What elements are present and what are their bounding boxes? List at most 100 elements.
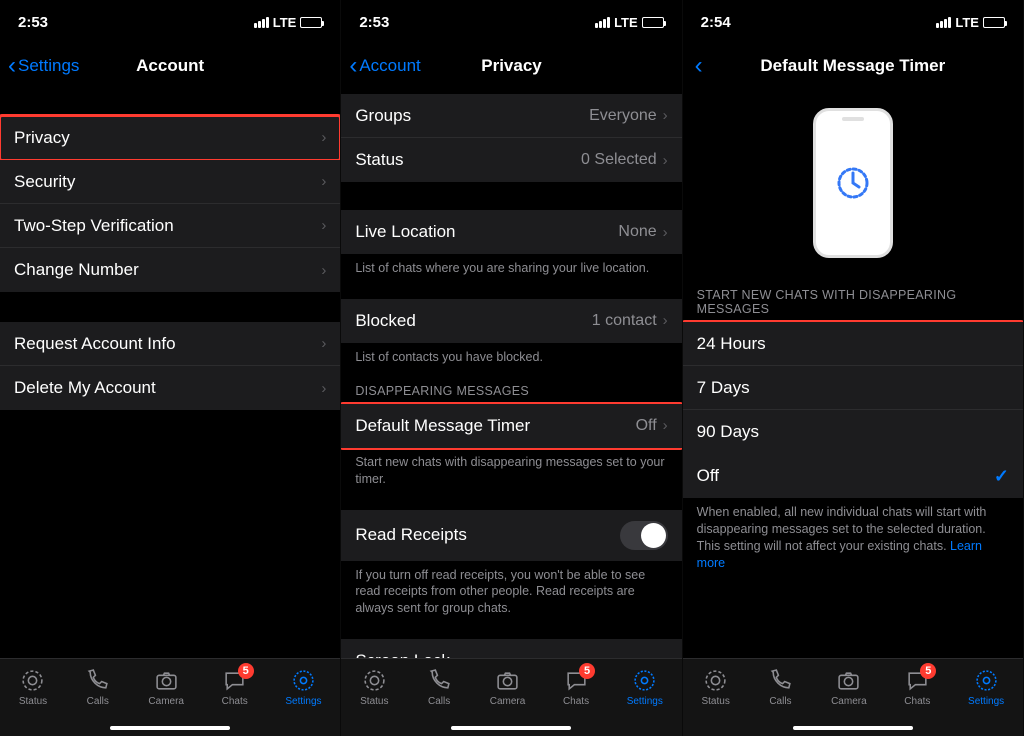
chevron-right-icon: › xyxy=(663,152,668,169)
tab-label: Settings xyxy=(968,696,1004,707)
tab-chats[interactable]: 5Chats xyxy=(904,667,930,707)
tab-status[interactable]: Status xyxy=(19,667,47,707)
row-label: Live Location xyxy=(355,222,618,242)
gear-icon xyxy=(973,667,999,693)
status-time: 2:53 xyxy=(359,14,389,31)
back-button[interactable]: ‹ xyxy=(691,54,705,78)
footer-blocked: List of contacts you have blocked. xyxy=(341,343,681,370)
tab-label: Chats xyxy=(563,696,589,707)
chevron-right-icon: › xyxy=(321,129,326,146)
row-value: Off xyxy=(636,417,657,435)
tab-settings[interactable]: Settings xyxy=(285,667,321,707)
row-request-info[interactable]: Request Account Info › xyxy=(0,322,340,366)
phone-default-timer: 2:54 LTE ‹ Default Message Timer START N… xyxy=(683,0,1024,736)
tab-settings[interactable]: Settings xyxy=(627,667,663,707)
row-value: 0 Selected xyxy=(581,151,657,169)
status-icon xyxy=(703,667,729,693)
option-24-hours[interactable]: 24 Hours xyxy=(683,322,1023,366)
chat-icon: 5 xyxy=(904,667,930,693)
badge: 5 xyxy=(920,663,936,679)
tab-camera[interactable]: Camera xyxy=(148,667,184,707)
chat-icon: 5 xyxy=(563,667,589,693)
network-label: LTE xyxy=(273,15,297,30)
row-label: Request Account Info xyxy=(14,334,321,354)
phone-icon xyxy=(85,667,111,693)
phone-privacy: 2:53 LTE ‹ Account Privacy Groups Everyo… xyxy=(341,0,682,736)
row-value: None xyxy=(618,223,656,241)
row-label: Read Receipts xyxy=(355,525,619,545)
tab-status[interactable]: Status xyxy=(360,667,388,707)
home-indicator xyxy=(110,726,230,730)
row-label: Default Message Timer xyxy=(355,416,635,436)
timer-illustration xyxy=(683,88,1023,274)
status-bar: 2:54 LTE xyxy=(683,0,1023,44)
row-default-timer[interactable]: Default Message Timer Off › xyxy=(341,404,681,448)
back-button[interactable]: ‹ Settings xyxy=(8,54,79,78)
network-label: LTE xyxy=(955,15,979,30)
nav-bar: ‹ Account Privacy xyxy=(341,44,681,88)
option-label: 24 Hours xyxy=(697,334,1009,354)
row-label: Status xyxy=(355,150,581,170)
option-off[interactable]: Off ✓ xyxy=(683,454,1023,498)
back-button[interactable]: ‹ Account xyxy=(349,54,420,78)
tab-calls[interactable]: Calls xyxy=(426,667,452,707)
chevron-right-icon: › xyxy=(663,107,668,124)
tab-label: Camera xyxy=(831,696,867,707)
row-screen-lock[interactable]: Screen Lock › xyxy=(341,639,681,658)
chevron-right-icon: › xyxy=(321,217,326,234)
row-label: Delete My Account xyxy=(14,378,321,398)
tab-label: Camera xyxy=(148,696,184,707)
back-label: Settings xyxy=(18,56,79,76)
tab-bar: Status Calls Camera 5Chats Settings xyxy=(683,658,1023,736)
option-90-days[interactable]: 90 Days xyxy=(683,410,1023,454)
row-live-location[interactable]: Live Location None › xyxy=(341,210,681,254)
row-two-step[interactable]: Two-Step Verification › xyxy=(0,204,340,248)
tab-calls[interactable]: Calls xyxy=(85,667,111,707)
tab-settings[interactable]: Settings xyxy=(968,667,1004,707)
timer-icon xyxy=(833,163,873,203)
status-bar: 2:53 LTE xyxy=(0,0,340,44)
row-status[interactable]: Status 0 Selected › xyxy=(341,138,681,182)
header-disappearing: DISAPPEARING MESSAGES xyxy=(341,370,681,404)
network-label: LTE xyxy=(614,15,638,30)
row-blocked[interactable]: Blocked 1 contact › xyxy=(341,299,681,343)
page-title: Default Message Timer xyxy=(683,56,1023,76)
tab-chats[interactable]: 5 Chats xyxy=(563,667,589,707)
row-security[interactable]: Security › xyxy=(0,160,340,204)
row-groups[interactable]: Groups Everyone › xyxy=(341,94,681,138)
row-privacy[interactable]: Privacy › xyxy=(0,116,340,160)
row-delete-account[interactable]: Delete My Account › xyxy=(0,366,340,410)
chat-icon: 5 xyxy=(222,667,248,693)
tab-camera[interactable]: Camera xyxy=(490,667,526,707)
camera-icon xyxy=(836,667,862,693)
header-start-new: START NEW CHATS WITH DISAPPEARING MESSAG… xyxy=(683,274,1023,322)
tab-bar: Status Calls Camera 5 Chats Settings xyxy=(0,658,340,736)
row-label: Groups xyxy=(355,106,589,126)
tab-label: Camera xyxy=(490,696,526,707)
option-label: Off xyxy=(697,466,994,486)
tab-label: Calls xyxy=(769,696,791,707)
footer-explanation: When enabled, all new individual chats w… xyxy=(683,498,1023,576)
tab-chats[interactable]: 5 Chats xyxy=(222,667,248,707)
tab-label: Status xyxy=(19,696,47,707)
row-read-receipts[interactable]: Read Receipts xyxy=(341,510,681,561)
row-change-number[interactable]: Change Number › xyxy=(0,248,340,292)
toggle-read-receipts[interactable] xyxy=(620,521,668,550)
row-value: Everyone xyxy=(589,107,657,125)
camera-icon xyxy=(495,667,521,693)
back-label: Account xyxy=(359,56,420,76)
tab-label: Chats xyxy=(222,696,248,707)
row-label: Blocked xyxy=(355,311,591,331)
tab-status[interactable]: Status xyxy=(701,667,729,707)
chevron-right-icon: › xyxy=(321,335,326,352)
battery-icon xyxy=(983,17,1005,28)
chevron-left-icon: ‹ xyxy=(8,54,16,78)
tab-camera[interactable]: Camera xyxy=(831,667,867,707)
tab-calls[interactable]: Calls xyxy=(767,667,793,707)
badge: 5 xyxy=(238,663,254,679)
badge: 5 xyxy=(579,663,595,679)
option-7-days[interactable]: 7 Days xyxy=(683,366,1023,410)
tab-bar: Status Calls Camera 5 Chats Settings xyxy=(341,658,681,736)
row-label: Change Number xyxy=(14,260,321,280)
chevron-right-icon: › xyxy=(663,312,668,329)
